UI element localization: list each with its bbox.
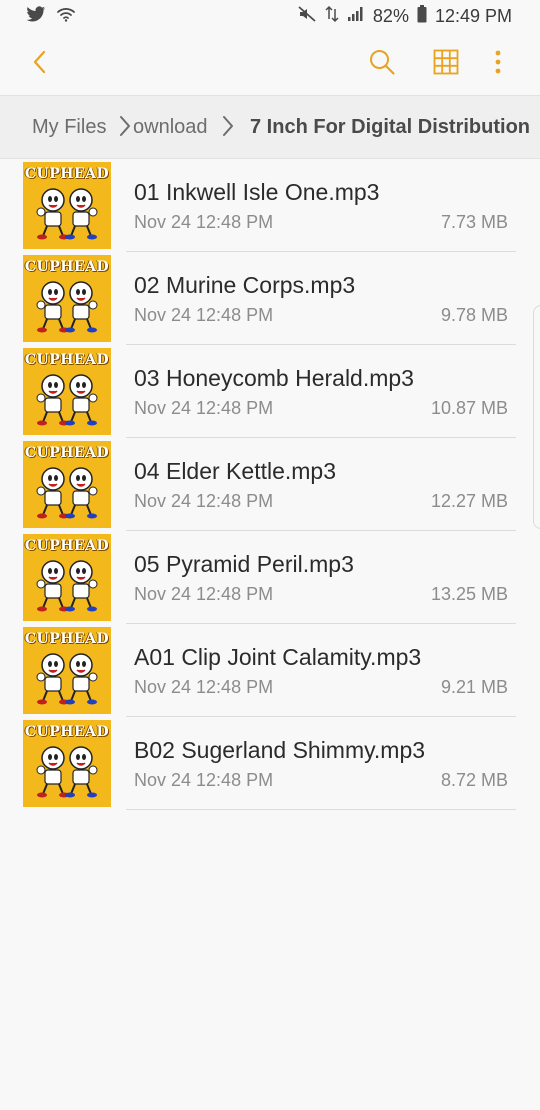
breadcrumb-download[interactable]: ownload bbox=[133, 116, 208, 139]
file-list-item[interactable]: CUPHEAD 01 Inkwell Isle One.mp3 Nov 24 1… bbox=[0, 159, 540, 252]
file-date: Nov 24 12:48 PM bbox=[134, 491, 274, 511]
status-left-icons bbox=[26, 6, 76, 27]
file-list-item[interactable]: CUPHEAD B02 Sugerland Shimmy.mp3 Nov 24 … bbox=[0, 717, 540, 810]
breadcrumb-current: 7 Inch For Digital Distribution bbox=[250, 116, 530, 138]
data-icon bbox=[325, 5, 339, 28]
clock: 12:49 PM bbox=[434, 6, 512, 26]
album-art-thumbnail: CUPHEAD bbox=[23, 534, 111, 621]
file-size: 12.27 MB bbox=[430, 491, 508, 511]
file-name: 02 Murine Corps.mp3 bbox=[134, 272, 356, 298]
cuphead-art-icon bbox=[36, 281, 98, 333]
file-date: Nov 24 12:48 PM bbox=[134, 677, 274, 697]
file-size: 7.73 MB bbox=[440, 212, 508, 232]
cuphead-art-icon bbox=[36, 188, 98, 240]
cuphead-art-icon bbox=[36, 467, 98, 519]
album-art-thumbnail: CUPHEAD bbox=[23, 720, 111, 807]
file-size: 9.21 MB bbox=[440, 677, 508, 697]
file-name: 01 Inkwell Isle One.mp3 bbox=[134, 179, 380, 205]
file-date: Nov 24 12:48 PM bbox=[134, 584, 274, 604]
file-size: 8.72 MB bbox=[440, 770, 508, 790]
album-art-thumbnail: CUPHEAD bbox=[23, 348, 111, 435]
file-name: B02 Sugerland Shimmy.mp3 bbox=[134, 737, 426, 763]
row-divider bbox=[126, 809, 516, 810]
file-list-item[interactable]: CUPHEAD 04 Elder Kettle.mp3 Nov 24 12:48… bbox=[0, 438, 540, 531]
search-button[interactable] bbox=[364, 46, 400, 82]
breadcrumb: My Files ownload 7 Inch For Digital Dist… bbox=[0, 95, 540, 159]
file-list-item[interactable]: CUPHEAD 05 Pyramid Peril.mp3 Nov 24 12:4… bbox=[0, 531, 540, 624]
mute-icon bbox=[297, 5, 317, 28]
file-size: 13.25 MB bbox=[430, 584, 508, 604]
wifi-icon bbox=[56, 6, 76, 27]
cuphead-art-icon bbox=[36, 374, 98, 426]
scrollbar[interactable] bbox=[533, 305, 540, 529]
file-date: Nov 24 12:48 PM bbox=[134, 305, 274, 325]
breadcrumb-root[interactable]: My Files bbox=[32, 116, 106, 139]
file-size: 9.78 MB bbox=[440, 305, 508, 325]
back-button[interactable] bbox=[22, 46, 58, 82]
file-name: 03 Honeycomb Herald.mp3 bbox=[134, 365, 414, 391]
album-art-thumbnail: CUPHEAD bbox=[23, 162, 111, 249]
more-options-button[interactable] bbox=[480, 46, 516, 82]
battery-icon bbox=[417, 5, 427, 28]
status-right-icons: 82% 12:49 PM bbox=[297, 5, 512, 28]
search-icon bbox=[368, 48, 396, 81]
file-list-item[interactable]: CUPHEAD 03 Honeycomb Herald.mp3 Nov 24 1… bbox=[0, 345, 540, 438]
grid-view-icon bbox=[433, 49, 459, 80]
file-date: Nov 24 12:48 PM bbox=[134, 770, 274, 790]
status-bar: 82% 12:49 PM bbox=[0, 0, 540, 34]
album-art-thumbnail: CUPHEAD bbox=[23, 255, 111, 342]
file-date: Nov 24 12:48 PM bbox=[134, 212, 274, 232]
cuphead-art-icon bbox=[36, 653, 98, 705]
chevron-left-icon bbox=[32, 49, 48, 80]
file-list-item[interactable]: CUPHEAD A01 Clip Joint Calamity.mp3 Nov … bbox=[0, 624, 540, 717]
chevron-right-icon bbox=[118, 114, 132, 143]
album-art-thumbnail: CUPHEAD bbox=[23, 441, 111, 528]
chevron-right-icon bbox=[221, 114, 235, 143]
more-vertical-icon bbox=[494, 49, 502, 80]
cuphead-art-icon bbox=[36, 560, 98, 612]
toolbar bbox=[0, 34, 540, 94]
file-name: 05 Pyramid Peril.mp3 bbox=[134, 551, 354, 577]
cuphead-art-icon bbox=[36, 746, 98, 798]
file-date: Nov 24 12:48 PM bbox=[134, 398, 274, 418]
battery-percent: 82% bbox=[372, 6, 409, 26]
album-art-thumbnail: CUPHEAD bbox=[23, 627, 111, 714]
file-name: A01 Clip Joint Calamity.mp3 bbox=[134, 644, 422, 670]
file-list: CUPHEAD 01 Inkwell Isle One.mp3 Nov 24 1… bbox=[0, 159, 540, 810]
file-list-item[interactable]: CUPHEAD 02 Murine Corps.mp3 Nov 24 12:48… bbox=[0, 252, 540, 345]
file-name: 04 Elder Kettle.mp3 bbox=[134, 458, 337, 484]
twitter-icon bbox=[26, 6, 46, 27]
file-size: 10.87 MB bbox=[430, 398, 508, 418]
signal-icon bbox=[347, 6, 365, 27]
grid-view-button[interactable] bbox=[428, 46, 464, 82]
